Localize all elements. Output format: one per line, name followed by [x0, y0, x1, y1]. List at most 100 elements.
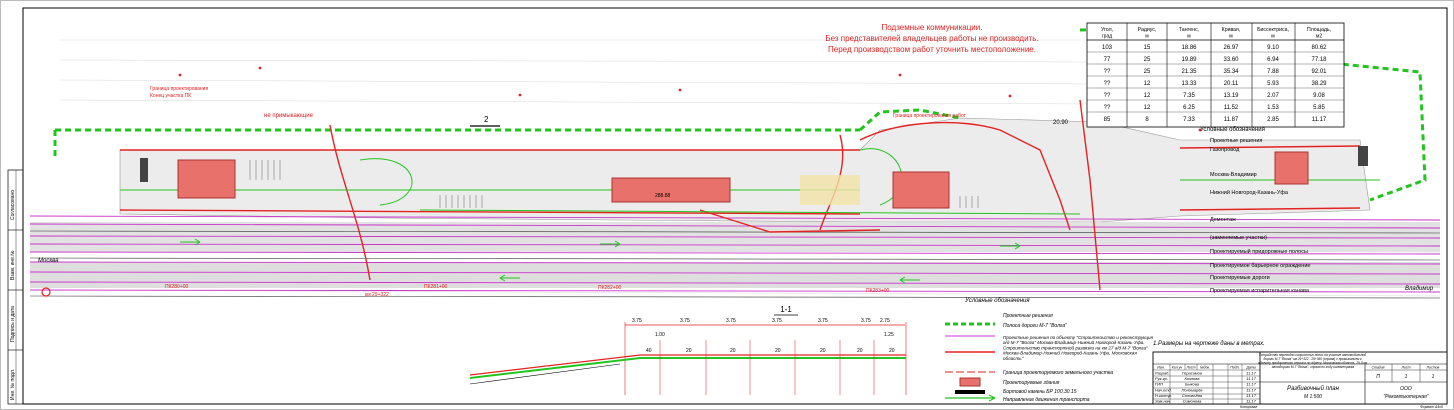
curve-table-cell: 2.85 [1267, 117, 1279, 123]
title-block-date: 11.17 [1246, 387, 1256, 392]
section-slope-label: 20 [730, 348, 736, 354]
section-dim-label: 3.75 [680, 318, 690, 324]
section-dim-label: 1.25 [884, 332, 894, 338]
building-4 [1274, 151, 1309, 185]
curve-table-cell: ?? [1104, 69, 1111, 75]
right-legend-item: Москва-Владимир [1210, 172, 1257, 178]
building-3 [892, 171, 950, 209]
title-block-head: Подп. [1230, 366, 1239, 370]
label-moscow: Москва [38, 258, 59, 264]
warning-line-3: Перед производством работ уточнить место… [828, 45, 1036, 54]
curve-table-cell: 35.34 [1223, 69, 1239, 75]
label-dim-1: 20.90 [1053, 120, 1069, 126]
title-block-head: №док. [1200, 366, 1210, 370]
curve-table-cell: 11.52 [1224, 105, 1239, 111]
section-mark: 2 [484, 115, 489, 124]
section-slope-label: 20 [857, 348, 863, 354]
title-block-name: Симонова [1183, 399, 1203, 404]
section-slope-label: 20 [820, 348, 826, 354]
title-block-role: Рук.гр. [1155, 376, 1168, 381]
label-pk-5: ПК283+00 [866, 288, 890, 294]
curve-table-header: Тангенс, [1179, 27, 1199, 33]
sheet-head: Лист [1400, 366, 1410, 370]
label-boundary-2: Конец участка ПК [150, 93, 191, 99]
title-block-name: Быкова [1185, 382, 1200, 387]
existing-structure-2 [1358, 146, 1368, 166]
label-pk-1: км 29+322 [365, 292, 389, 298]
format-label: Формат А4х5 [1420, 405, 1443, 409]
curve-table-cell: 85 [1104, 117, 1111, 123]
title-block-head: Дата [1245, 366, 1255, 370]
curve-table-cell: 92.01 [1311, 69, 1327, 75]
title-block-head: Изм. [1157, 366, 1164, 370]
title-block-role: Н.контр. [1155, 393, 1172, 398]
right-legend-item: Проектируемая испарительная канава [1210, 288, 1310, 294]
curve-table-cell: 103 [1102, 45, 1113, 51]
curve-table-cell: 11.17 [1312, 117, 1327, 123]
section-slope-label: 40 [646, 348, 652, 354]
right-legend-item: Проектные решения [1210, 138, 1262, 144]
section-slope-label: 20 [775, 348, 781, 354]
curve-table-cell: 12 [1144, 93, 1151, 99]
copied-label: Копировал [1240, 405, 1257, 409]
title-block-role: Нач.отд. [1155, 387, 1172, 392]
right-legend-item: Проектируемые дороги [1210, 275, 1270, 281]
right-legend-item: Проектируемое барьерное ограждение [1210, 263, 1310, 269]
bottom-legend-item: Проектируемые здания [1003, 380, 1060, 386]
section-dim-label: 3.75 [861, 318, 871, 324]
label-boundary-1: Граница проектирования [150, 86, 208, 92]
section-dim-label: 3.75 [726, 318, 736, 324]
curve-table-cell: 2.07 [1267, 93, 1279, 99]
stamp-label-3: Подпись и дата [10, 306, 16, 342]
title-block-date: 11.17 [1246, 393, 1256, 398]
right-legend-title: Условные обозначения [1200, 127, 1265, 133]
curve-table-cell: 5.93 [1267, 81, 1279, 87]
org-name: "Рекомпьютерная" [1383, 394, 1428, 400]
label-pk-3: ПК281+00 [424, 284, 448, 290]
sheet-value: 1 [1405, 374, 1408, 380]
stamp-label-1: Согласовано [10, 190, 16, 220]
note-1: 1.Размеры на чертеже даны в метрах. [1153, 341, 1265, 347]
bottom-legend-item: Граница проектируемого земельного участк… [1003, 370, 1113, 376]
title-block-date: 11.17 [1246, 371, 1256, 376]
section-slope-label: 20 [686, 348, 692, 354]
curve-table-cell: 7.88 [1267, 69, 1279, 75]
curve-table-cell: 7.33 [1183, 117, 1195, 123]
building-2 [611, 177, 731, 203]
curve-table-cell: 1.53 [1267, 105, 1279, 111]
curve-table-header: Биссектриса, [1257, 27, 1289, 33]
curve-table-header-unit: м [1187, 34, 1191, 40]
section-title: 1-1 [780, 305, 792, 314]
curve-table-header: Угол, [1101, 27, 1113, 33]
curve-table-cell: ?? [1104, 93, 1111, 99]
curve-table-cell: 33.60 [1223, 57, 1239, 63]
sheets-head: Листов [1426, 366, 1440, 370]
bottom-legend-title: Условные обозначения [964, 298, 1030, 304]
title-block: Устройство переходно-скоростных полос на… [1152, 351, 1448, 409]
org-title: ООО [1400, 386, 1412, 392]
curve-table-cell: 15 [1144, 45, 1151, 51]
title-block-head: Кол.уч [1172, 366, 1183, 370]
title-block-name: Пономарёв [1181, 387, 1202, 392]
curve-table-cell: 6.25 [1183, 105, 1195, 111]
section-slope-label: 20 [889, 348, 895, 354]
curve-table-cell: 12 [1144, 105, 1151, 111]
title-block-date: 11.17 [1246, 382, 1256, 387]
right-legend-item: Проектируемый придорожные полосы [1210, 248, 1308, 255]
label-vladimir: Владимир [1405, 286, 1434, 292]
curve-table-header: Площадь, [1307, 27, 1331, 33]
curve-table-cell: 11.87 [1224, 117, 1239, 123]
curve-table-cell: 13.19 [1223, 93, 1239, 99]
curve-table-cell: 38.29 [1311, 81, 1327, 87]
right-legend-item: Газопровод [1210, 147, 1240, 153]
label-area-1: 288.88 [655, 193, 671, 199]
bottom-legend-item: Проектные решения [1003, 313, 1053, 319]
building-1 [177, 159, 236, 199]
title-block-role: Разраб. [1155, 371, 1169, 376]
section-dim-label: 1.00 [655, 332, 665, 338]
warning-line-1: Подземные коммуникации. [882, 23, 983, 32]
curve-table-cell: 13.33 [1181, 81, 1197, 87]
title-block-date: 11.17 [1246, 376, 1256, 381]
curve-table-header-unit: м [1229, 34, 1233, 40]
curve-table-cell: 19.89 [1181, 57, 1197, 63]
